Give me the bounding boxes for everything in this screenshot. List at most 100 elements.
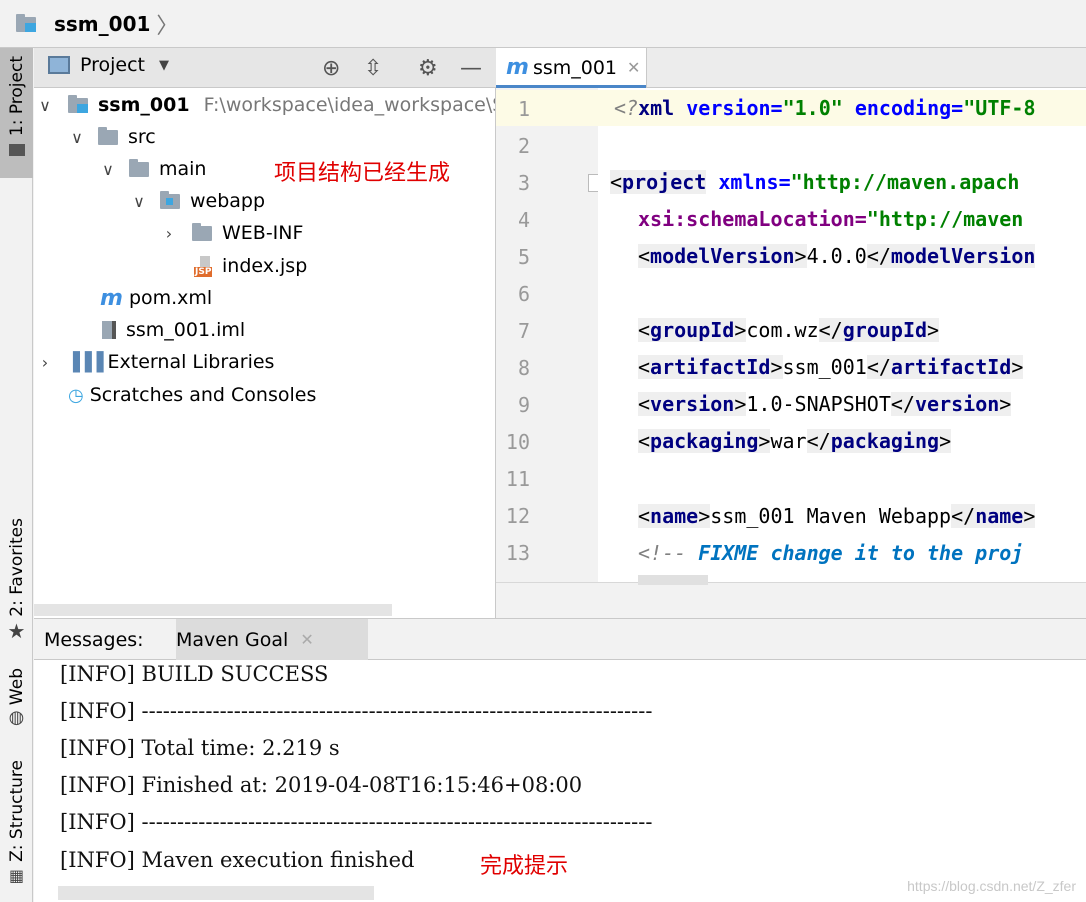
tree-node-ssm-001[interactable]: ∨ ssm_001 F:\workspace\idea_workspace\S xyxy=(34,90,495,120)
code-line-3: <project xmlns= "http://maven.apach xyxy=(610,164,1019,200)
tree-node-scratches[interactable]: ◷ Scratches and Consoles xyxy=(68,380,316,410)
horizontal-scrollbar[interactable] xyxy=(34,604,392,616)
tree-node-src[interactable]: ∨ src xyxy=(66,122,156,152)
xml-bracket: < xyxy=(638,355,651,379)
line-number: 13 xyxy=(505,541,530,565)
xml-tag: version xyxy=(650,392,735,416)
code-line-8: <artifactId> ssm_001 </artifactId> xyxy=(638,349,1024,385)
breadcrumb[interactable]: ssm_001 〉 xyxy=(16,10,179,39)
log-line: [INFO] BUILD SUCCESS xyxy=(60,662,329,686)
folder-icon xyxy=(98,126,118,145)
tree-node-ssm-001-iml[interactable]: ssm_001.iml xyxy=(102,315,245,345)
xml-bracket: > xyxy=(999,392,1012,416)
collapse-all-icon[interactable]: ⇳ xyxy=(364,56,382,81)
close-icon[interactable]: ✕ xyxy=(300,630,313,649)
xml-tag: modelVersion xyxy=(890,244,1036,268)
editor-gutter: 1 2 3 4 5 6 7 8 9 10 11 12 13 xyxy=(496,88,604,582)
globe-icon: ◍ xyxy=(8,707,25,729)
log-line: [INFO] ---------------------------------… xyxy=(60,699,653,723)
log-line: [INFO] Finished at: 2019-04-08T16:15:46+… xyxy=(60,773,583,797)
xml-tag: artifactId xyxy=(890,355,1012,379)
xml-bracket: </ xyxy=(890,392,915,416)
project-window-icon xyxy=(48,56,70,74)
tool-tab-web[interactable]: Web ◍ xyxy=(0,668,33,738)
xml-bracket: > xyxy=(758,429,771,453)
line-number: 9 xyxy=(517,393,530,417)
xml-bracket: < xyxy=(610,170,623,194)
annotation-text: 项目结构已经生成 xyxy=(274,161,451,186)
tab-maven-goal[interactable]: Maven Goal ✕ xyxy=(176,619,368,660)
messages-label: Messages: xyxy=(44,629,144,651)
chevron-right-icon: 〉 xyxy=(156,14,179,39)
horizontal-scrollbar[interactable] xyxy=(638,575,708,585)
tree-node-label: pom.xml xyxy=(128,287,213,309)
xml-tag: artifactId xyxy=(650,355,771,379)
xml-tag: xml xyxy=(638,96,675,120)
xml-value: "http://maven xyxy=(866,207,1024,231)
xml-tag: name xyxy=(975,504,1024,528)
editor-tab-ssm-001[interactable]: m ssm_001 ✕ xyxy=(496,48,647,88)
xml-value: "UTF-8 xyxy=(963,96,1036,120)
web-folder-icon xyxy=(160,190,180,209)
xml-bracket: > xyxy=(698,504,711,528)
maven-icon: m xyxy=(506,55,529,80)
chevron-down-icon: ∨ xyxy=(102,159,114,179)
xml-comment: <!-- xyxy=(638,541,699,565)
xml-bracket: > xyxy=(794,244,807,268)
tree-node-webapp[interactable]: ∨ webapp xyxy=(128,186,265,216)
tree-node-external-libraries[interactable]: › ▐▐▐ External Libraries xyxy=(34,347,275,377)
line-number: 4 xyxy=(517,208,530,232)
chevron-right-icon: › xyxy=(41,352,49,372)
line-number: 8 xyxy=(517,356,530,380)
gear-icon[interactable]: ⚙ xyxy=(418,56,438,81)
tool-tab-structure[interactable]: Z: Structure ▦ xyxy=(0,760,33,890)
chevron-right-icon: › xyxy=(165,223,173,243)
tool-tab-project[interactable]: 1: Project xyxy=(0,48,33,178)
tree-node-label: WEB-INF xyxy=(222,222,304,244)
xml-tag: groupId xyxy=(842,318,928,342)
scratches-icon: ◷ xyxy=(68,384,84,406)
code-editor[interactable]: <? xml version= "1.0" encoding= "UTF-8 <pro… xyxy=(598,88,1086,582)
xml-bracket: </ xyxy=(818,318,843,342)
tree-node-index-jsp[interactable]: JSP index.jsp xyxy=(194,251,307,281)
messages-output: [INFO] BUILD SUCCESS [INFO] ------------… xyxy=(34,660,1086,902)
line-number: 11 xyxy=(505,467,530,491)
code-line-5: <modelVersion> 4.0.0 </modelVersion xyxy=(638,238,1036,274)
left-tool-strip: 1: Project 2: Favorites ★ Web ◍ Z: Struc… xyxy=(0,48,33,902)
tree-node-label: External Libraries xyxy=(107,351,275,373)
xml-text: com.wz xyxy=(746,318,819,342)
log-line: [INFO] Maven execution finished xyxy=(60,848,415,872)
tree-node-main[interactable]: ∨ main xyxy=(97,154,206,184)
editor-tab-label: ssm_001 xyxy=(532,56,618,79)
code-line-10: <packaging> war </packaging> xyxy=(638,423,952,459)
navigation-bar: ssm_001 〉 xyxy=(0,0,1086,48)
xml-bracket: > xyxy=(1023,504,1036,528)
hide-panel-icon[interactable]: — xyxy=(460,56,482,81)
tab-label: Maven Goal xyxy=(176,628,289,651)
tool-tab-web-label: Web xyxy=(6,668,27,706)
close-icon[interactable]: ✕ xyxy=(627,58,640,77)
xml-bracket: </ xyxy=(866,355,891,379)
xml-bracket: < xyxy=(638,504,651,528)
folder-icon xyxy=(192,222,212,241)
xml-bracket: </ xyxy=(866,244,891,268)
xml-text: 1.0-SNAPSHOT xyxy=(746,392,891,416)
xml-tag: name xyxy=(650,504,699,528)
tree-node-web-inf[interactable]: › WEB-INF xyxy=(158,218,304,248)
xml-text: war xyxy=(770,429,807,453)
xml-bracket: > xyxy=(734,318,747,342)
chevron-down-icon: ∨ xyxy=(71,127,83,147)
tool-tab-favorites[interactable]: 2: Favorites ★ xyxy=(0,518,33,648)
module-folder-icon xyxy=(68,94,88,113)
xml-tag: packaging xyxy=(650,429,759,453)
tree-node-pom-xml[interactable]: m pom.xml xyxy=(100,283,212,313)
xml-attr: xsi:schemaLocation= xyxy=(638,207,867,231)
horizontal-scrollbar[interactable] xyxy=(58,886,374,900)
tree-node-label: src xyxy=(128,126,156,148)
xml-bracket: < xyxy=(638,318,651,342)
code-line-1: <? xml version= "1.0" encoding= "UTF-8 xyxy=(614,90,1035,126)
locate-target-icon[interactable]: ⊕ xyxy=(322,56,340,81)
project-view-label: Project xyxy=(80,54,146,76)
xml-tag: version xyxy=(914,392,1000,416)
project-view-selector[interactable]: Project ▼ xyxy=(48,54,169,76)
